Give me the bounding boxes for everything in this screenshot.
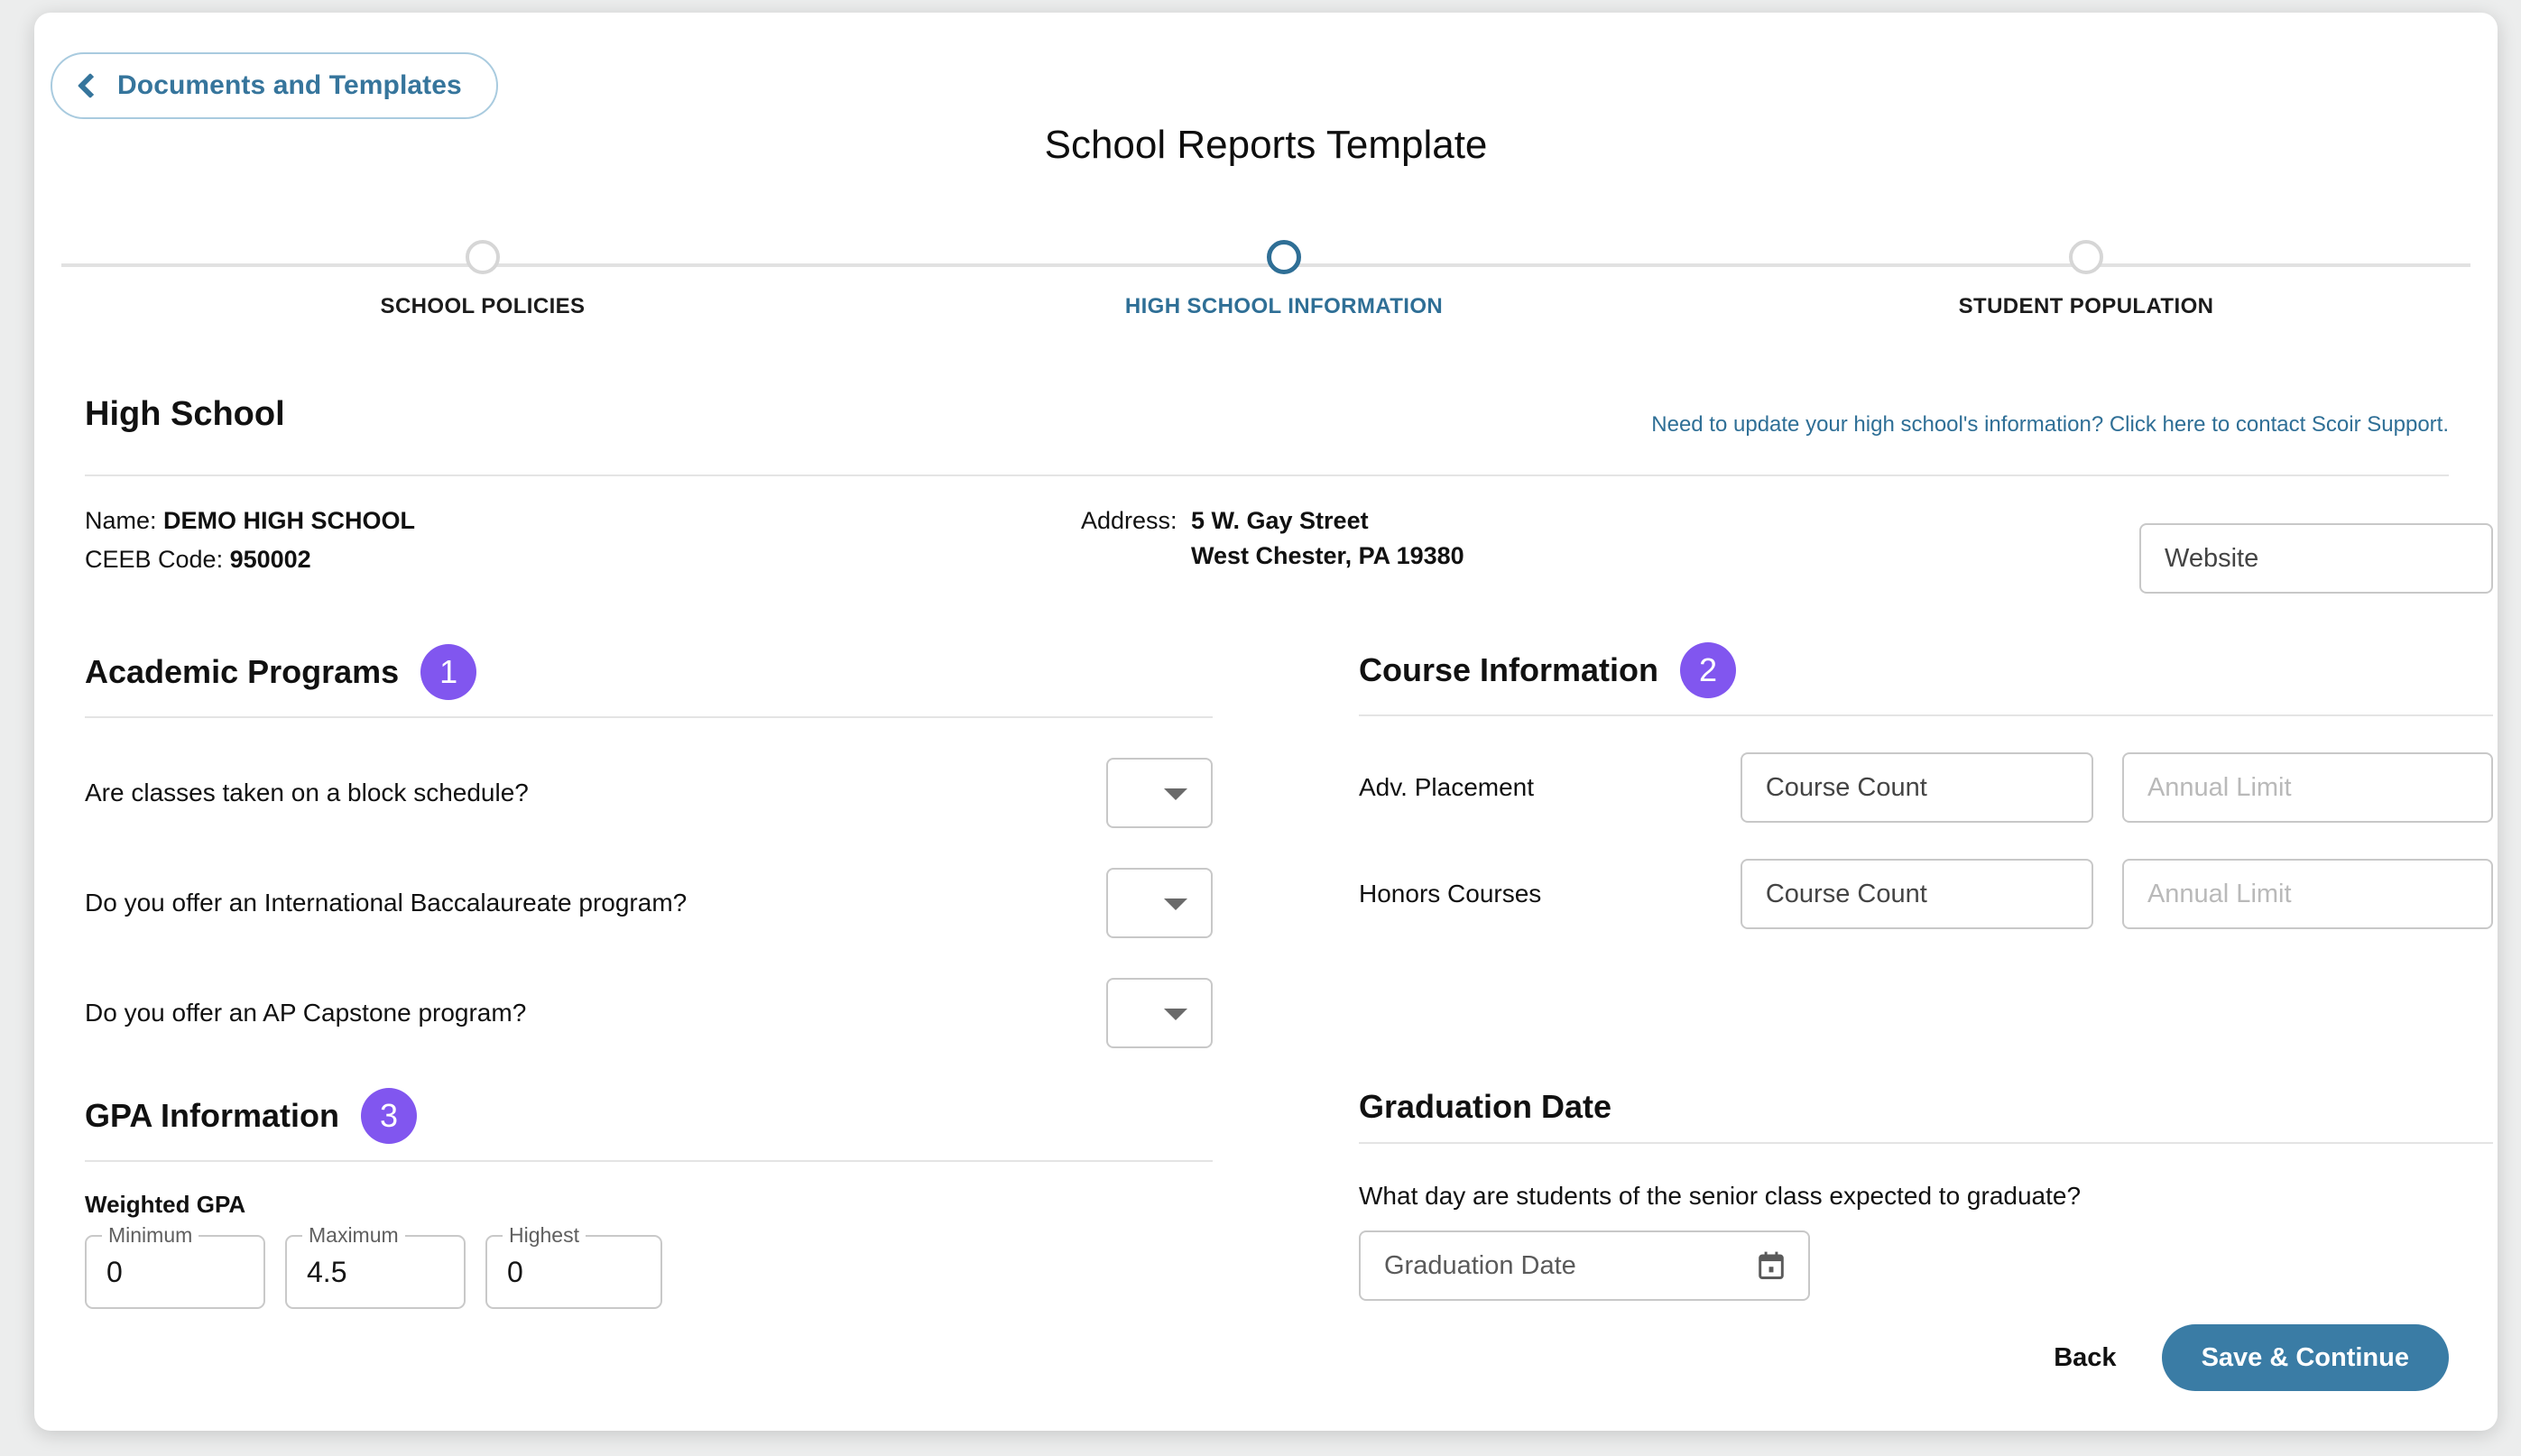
step-label: STUDENT POPULATION bbox=[1958, 294, 2214, 318]
address-line-2: West Chester, PA 19380 bbox=[1191, 542, 1464, 569]
question-label: Do you offer an AP Capstone program? bbox=[85, 999, 527, 1027]
address-row-2: Address: West Chester, PA 19380 bbox=[1081, 542, 1464, 570]
app-window: Documents and Templates School Reports T… bbox=[34, 13, 2498, 1431]
question-label: Are classes taken on a block schedule? bbox=[85, 779, 529, 806]
gpa-highest-value: 0 bbox=[507, 1255, 523, 1288]
page-title: School Reports Template bbox=[1044, 123, 1488, 167]
gpa-highest-input[interactable]: Highest 0 bbox=[485, 1223, 662, 1309]
weighted-gpa-fields: Minimum 0 Maximum 4.5 Highest 0 bbox=[85, 1223, 1213, 1309]
question-row-ib-program: Do you offer an International Baccalaure… bbox=[85, 868, 1213, 938]
ib-program-select[interactable] bbox=[1106, 868, 1213, 938]
graduation-date-section: Graduation Date What day are students of… bbox=[1359, 1088, 2493, 1301]
website-input[interactable]: Website bbox=[2139, 523, 2493, 594]
ceeb-code-label: CEEB Code: bbox=[85, 546, 224, 573]
section-title: Course Information bbox=[1359, 651, 1659, 688]
graduation-date-header: Graduation Date bbox=[1359, 1088, 2493, 1126]
step-dot-icon bbox=[2069, 240, 2103, 274]
course-information-section: Course Information 2 Adv. Placement Cour… bbox=[1359, 642, 2493, 929]
step-student-population[interactable]: STUDENT POPULATION bbox=[1852, 240, 2321, 319]
section-title: Graduation Date bbox=[1359, 1088, 1612, 1125]
chevron-down-icon bbox=[1164, 788, 1187, 800]
calendar-icon bbox=[1759, 1251, 1784, 1280]
school-reports-template-page: Documents and Templates School Reports T… bbox=[34, 13, 2498, 1431]
course-row-honors: Honors Courses Course Count Annual Limit bbox=[1359, 859, 2493, 929]
section-divider bbox=[1359, 714, 2493, 716]
progress-stepper: SCHOOL POLICIES HIGH SCHOOL INFORMATION … bbox=[34, 240, 2498, 330]
address-row-1: Address: 5 W. Gay Street bbox=[1081, 507, 1464, 535]
section-title: GPA Information bbox=[85, 1097, 339, 1134]
gpa-minimum-value: 0 bbox=[106, 1255, 123, 1288]
course-row-adv-placement: Adv. Placement Course Count Annual Limit bbox=[1359, 752, 2493, 823]
section-divider bbox=[1359, 1142, 2493, 1144]
course-information-header: Course Information 2 bbox=[1359, 642, 2493, 698]
academic-programs-header: Academic Programs 1 bbox=[85, 644, 1213, 700]
step-high-school-information[interactable]: HIGH SCHOOL INFORMATION bbox=[1049, 240, 1519, 319]
address-line-1: 5 W. Gay Street bbox=[1191, 507, 1369, 534]
step-label: HIGH SCHOOL INFORMATION bbox=[1124, 294, 1444, 318]
step-dot-icon bbox=[1267, 240, 1301, 274]
section-title: Academic Programs bbox=[85, 653, 400, 690]
course-row-label: Adv. Placement bbox=[1359, 773, 1535, 801]
gpa-maximum-input[interactable]: Maximum 4.5 bbox=[285, 1223, 466, 1309]
question-row-block-schedule: Are classes taken on a block schedule? bbox=[85, 758, 1213, 828]
gpa-maximum-label: Maximum bbox=[302, 1223, 405, 1248]
gpa-minimum-input[interactable]: Minimum 0 bbox=[85, 1223, 265, 1309]
back-button-label: Documents and Templates bbox=[117, 70, 462, 100]
save-and-continue-button[interactable]: Save & Continue bbox=[2161, 1324, 2449, 1391]
ceeb-code-row: CEEB Code: 950002 bbox=[85, 546, 415, 574]
school-name-label: Name: bbox=[85, 507, 157, 534]
course-row-label: Honors Courses bbox=[1359, 880, 1542, 908]
step-label: SCHOOL POLICIES bbox=[380, 294, 586, 318]
block-schedule-select[interactable] bbox=[1106, 758, 1213, 828]
form-footer: Back Save & Continue bbox=[2039, 1324, 2449, 1391]
graduation-date-input[interactable]: Graduation Date bbox=[1359, 1230, 1810, 1301]
graduation-date-question: What day are students of the senior clas… bbox=[1359, 1182, 2082, 1210]
question-label: Do you offer an International Baccalaure… bbox=[85, 889, 688, 917]
high-school-heading: High School bbox=[85, 395, 285, 433]
honors-annual-limit-input[interactable]: Annual Limit bbox=[2121, 859, 2493, 929]
gpa-maximum-value: 4.5 bbox=[307, 1255, 347, 1288]
gpa-highest-label: Highest bbox=[503, 1223, 586, 1248]
step-school-policies[interactable]: SCHOOL POLICIES bbox=[248, 240, 717, 319]
chevron-down-icon bbox=[1164, 1009, 1187, 1020]
honors-course-count-input[interactable]: Course Count bbox=[1740, 859, 2093, 929]
gpa-minimum-label: Minimum bbox=[102, 1223, 199, 1248]
back-button[interactable]: Back bbox=[2039, 1334, 2130, 1382]
academic-programs-section: Academic Programs 1 Are classes taken on… bbox=[85, 644, 1213, 1048]
ap-capstone-select[interactable] bbox=[1106, 978, 1213, 1048]
school-name-row: Name: DEMO HIGH SCHOOL bbox=[85, 507, 415, 535]
gpa-information-header: GPA Information 3 bbox=[85, 1088, 1213, 1144]
ap-annual-limit-input[interactable]: Annual Limit bbox=[2121, 752, 2493, 823]
section-divider bbox=[85, 716, 1213, 718]
section-divider bbox=[85, 1160, 1213, 1162]
high-school-details: Name: DEMO HIGH SCHOOL CEEB Code: 950002 bbox=[85, 507, 415, 585]
ap-course-count-input[interactable]: Course Count bbox=[1740, 752, 2093, 823]
contact-scoir-support-link[interactable]: Need to update your high school's inform… bbox=[1651, 412, 2449, 438]
gpa-information-section: GPA Information 3 Weighted GPA Minimum 0… bbox=[85, 1088, 1213, 1309]
documents-and-templates-back-button[interactable]: Documents and Templates bbox=[51, 52, 498, 119]
weighted-gpa-label: Weighted GPA bbox=[85, 1191, 246, 1218]
school-address: Address: 5 W. Gay Street Address: West C… bbox=[1081, 507, 1464, 577]
section-number-badge: 1 bbox=[420, 644, 477, 700]
ceeb-code-value: 950002 bbox=[229, 546, 311, 573]
graduation-date-placeholder: Graduation Date bbox=[1384, 1250, 1576, 1280]
section-divider bbox=[85, 475, 2449, 476]
section-number-badge: 2 bbox=[1680, 642, 1737, 698]
chevron-left-icon bbox=[77, 72, 104, 99]
address-label: Address: bbox=[1081, 507, 1177, 534]
chevron-down-icon bbox=[1164, 898, 1187, 910]
question-row-ap-capstone: Do you offer an AP Capstone program? bbox=[85, 978, 1213, 1048]
section-number-badge: 3 bbox=[361, 1088, 417, 1144]
step-dot-icon bbox=[466, 240, 500, 274]
school-name-value: DEMO HIGH SCHOOL bbox=[163, 507, 416, 534]
